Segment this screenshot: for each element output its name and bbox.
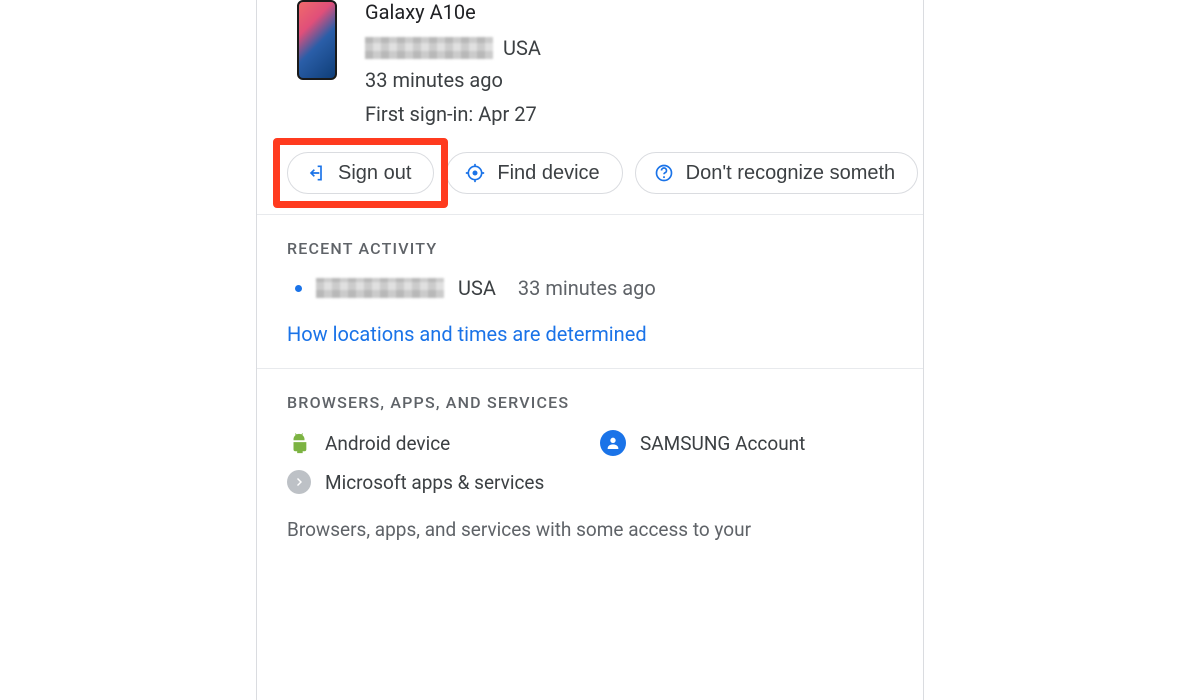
dont-recognize-label: Don't recognize someth [686,162,895,185]
device-first-signin: First sign-in: Apr 27 [365,102,541,126]
activity-time: 33 minutes ago [518,276,656,300]
device-thumbnail [297,0,337,80]
locate-icon [463,161,487,185]
find-device-label: Find device [497,162,599,185]
activity-row: USA 33 minutes ago [287,276,893,300]
microsoft-icon [287,470,311,494]
redacted-activity-location [316,278,444,298]
app-label-microsoft: Microsoft apps & services [325,471,544,494]
activity-location-suffix: USA [458,276,496,300]
app-item-microsoft: Microsoft apps & services [287,470,580,494]
app-item-samsung: SAMSUNG Account [600,430,893,456]
apps-section-title: Browsers, Apps, and Services [287,393,893,412]
sign-out-label: Sign out [338,162,411,185]
recent-activity-section: Recent Activity USA 33 minutes ago How l… [257,215,923,369]
device-info: Galaxy A10e USA 33 minutes ago First sig… [365,0,541,126]
apps-grid: Android device SAMSUNG Account Microsoft… [287,430,893,494]
location-suffix: USA [503,36,541,60]
sign-out-icon [304,161,328,185]
device-card: Galaxy A10e USA 33 minutes ago First sig… [256,0,924,700]
device-actions: Sign out Find device Don't recognize som… [257,134,923,215]
samsung-icon [600,430,626,456]
device-header: Galaxy A10e USA 33 minutes ago First sig… [257,0,923,134]
find-device-button[interactable]: Find device [446,152,622,194]
device-name: Galaxy A10e [365,0,541,24]
apps-section: Browsers, Apps, and Services Android dev… [257,369,923,567]
page-root: Galaxy A10e USA 33 minutes ago First sig… [0,0,1200,675]
android-icon [287,431,311,455]
apps-description: Browsers, apps, and services with some a… [287,516,893,545]
dont-recognize-button[interactable]: Don't recognize someth [635,152,918,194]
recent-activity-title: Recent Activity [287,239,893,258]
device-last-seen: 33 minutes ago [365,68,541,92]
device-location-line: USA [365,36,541,60]
app-label-samsung: SAMSUNG Account [640,432,805,455]
locations-info-link[interactable]: How locations and times are determined [287,322,647,346]
app-item-android: Android device [287,430,580,456]
help-icon [652,161,676,185]
app-label-android: Android device [325,432,450,455]
sign-out-button[interactable]: Sign out [287,152,434,194]
redacted-location [365,37,493,59]
activity-bullet-icon [295,285,302,292]
